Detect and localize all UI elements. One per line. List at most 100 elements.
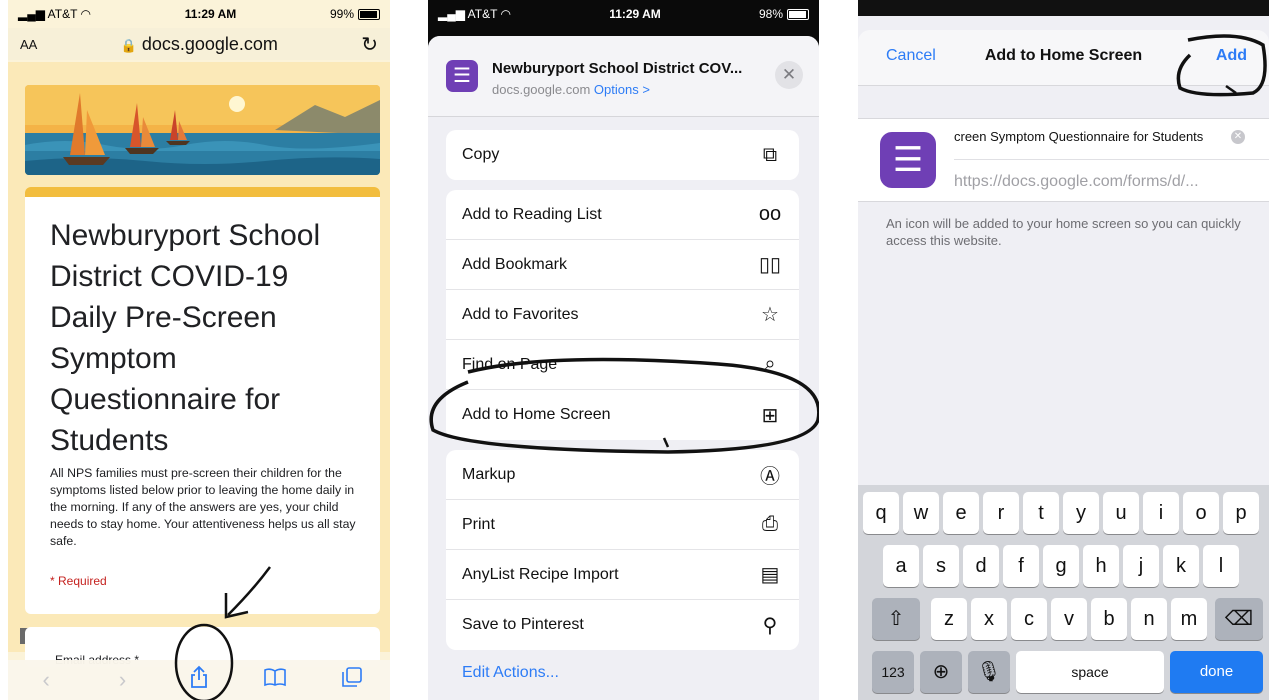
safari-toolbar: ‹ › — [8, 660, 390, 700]
signal-icon: ▂▄▆ — [18, 7, 45, 21]
share-sheet: ☰ Newburyport School District COV... doc… — [428, 36, 819, 700]
key-n[interactable]: n — [1131, 598, 1167, 640]
action-label: Copy — [462, 146, 500, 163]
carrier-label: AT&T — [467, 7, 498, 21]
key-v[interactable]: v — [1051, 598, 1087, 640]
action-anylist[interactable]: AnyList Recipe Import ▤ — [446, 550, 799, 600]
shortcut-url: https://docs.google.com/forms/d/... — [954, 173, 1199, 190]
key-z[interactable]: z — [931, 598, 967, 640]
share-title: Newburyport School District COV... — [492, 60, 743, 77]
space-key[interactable]: space — [1016, 651, 1164, 693]
key-m[interactable]: m — [1171, 598, 1207, 640]
pin-icon: ⚲ — [762, 614, 778, 637]
key-p[interactable]: p — [1223, 492, 1259, 534]
add-home-screen-panel: Cancel Add to Home Screen Add ☰ creen Sy… — [858, 0, 1269, 700]
numbers-key[interactable]: 123 — [872, 651, 914, 693]
carrier-label: AT&T — [47, 7, 78, 21]
action-add-favorites[interactable]: Add to Favorites ☆ — [446, 290, 799, 340]
share-domain: docs.google.com — [492, 82, 591, 97]
microphone-key[interactable]: 🎙 — [968, 651, 1010, 693]
key-d[interactable]: d — [963, 545, 999, 587]
key-u[interactable]: u — [1103, 492, 1139, 534]
share-icon[interactable] — [179, 665, 219, 695]
reload-icon[interactable]: ↻ — [361, 32, 378, 57]
share-sheet-header: ☰ Newburyport School District COV... doc… — [428, 36, 819, 117]
hint-text: An icon will be added to your home scree… — [886, 216, 1241, 248]
key-r[interactable]: r — [983, 492, 1019, 534]
action-markup[interactable]: Markup Ⓐ — [446, 450, 799, 500]
globe-key[interactable]: ⊕ — [920, 651, 962, 693]
action-pinterest[interactable]: Save to Pinterest ⚲ — [446, 600, 799, 650]
address-bar[interactable]: AA 🔒 docs.google.com ↻ — [8, 28, 390, 60]
key-a[interactable]: a — [883, 545, 919, 587]
tabs-glyph — [341, 667, 362, 687]
forward-icon[interactable]: › — [103, 667, 143, 693]
clear-text-icon[interactable]: ✕ — [1231, 130, 1245, 144]
keyboard: qwertyuiop asdfghjkl zxcvbnm ⇧ ⌫ 123 ⊕ 🎙… — [858, 485, 1269, 700]
key-g[interactable]: g — [1043, 545, 1079, 587]
action-add-bookmark[interactable]: Add Bookmark ▯▯ — [446, 240, 799, 290]
close-icon[interactable]: ✕ — [775, 61, 803, 89]
forms-app-icon: ☰ — [446, 60, 478, 92]
forms-app-icon: ☰ — [880, 132, 936, 188]
form-description: All NPS families must pre-screen their c… — [50, 466, 356, 548]
action-add-home-screen[interactable]: Add to Home Screen ⊞ — [446, 390, 799, 440]
divider — [954, 159, 1269, 160]
delete-key[interactable]: ⌫ — [1215, 598, 1263, 640]
url-display[interactable]: 🔒 docs.google.com — [121, 34, 278, 55]
key-y[interactable]: y — [1063, 492, 1099, 534]
action-group-2: Add to Reading List oo Add Bookmark ▯▯ Add… — [446, 190, 799, 440]
add-button[interactable]: Add — [1216, 47, 1247, 65]
key-h[interactable]: h — [1083, 545, 1119, 587]
shortcut-entry: ☰ creen Symptom Questionnaire for Studen… — [858, 118, 1269, 202]
url-text: docs.google.com — [141, 33, 278, 54]
done-key[interactable]: done — [1170, 651, 1263, 693]
shortcut-name-field[interactable]: creen Symptom Questionnaire for Students — [954, 129, 1224, 144]
action-add-reading-list[interactable]: Add to Reading List oo — [446, 190, 799, 240]
action-print[interactable]: Print ⎙ — [446, 500, 799, 550]
options-link[interactable]: Options > — [594, 82, 650, 97]
wifi-icon: ◠ — [80, 7, 92, 21]
reader-button[interactable]: AA — [20, 37, 37, 52]
action-label: Add to Reading List — [462, 205, 602, 223]
key-w[interactable]: w — [903, 492, 939, 534]
key-q[interactable]: q — [863, 492, 899, 534]
battery-percent: 98% — [758, 7, 783, 21]
key-c[interactable]: c — [1011, 598, 1047, 640]
key-e[interactable]: e — [943, 492, 979, 534]
key-f[interactable]: f — [1003, 545, 1039, 587]
form-title-card: Newburyport School District COVID-19 Dai… — [25, 187, 380, 614]
action-find-on-page[interactable]: Find on Page ⌕ — [446, 340, 799, 390]
key-o[interactable]: o — [1183, 492, 1219, 534]
book-glyph — [264, 668, 287, 687]
key-k[interactable]: k — [1163, 545, 1199, 587]
key-b[interactable]: b — [1091, 598, 1127, 640]
action-label: Add Bookmark — [462, 255, 567, 273]
share-glyph — [191, 665, 207, 688]
battery-icon — [358, 9, 380, 21]
print-icon: ⎙ — [762, 513, 778, 535]
battery-percent: 99% — [329, 7, 354, 21]
key-i[interactable]: i — [1143, 492, 1179, 534]
action-group-3: Markup Ⓐ Print ⎙ AnyList Recipe Import ▤ Sa… — [446, 450, 799, 650]
key-l[interactable]: l — [1203, 545, 1239, 587]
share-sheet-panel: ▂▄▆ AT&T ◠ 11:29 AM 98% ☰ Newburyport Sc… — [428, 0, 819, 700]
safari-form-panel: ▂▄▆ AT&T ◠ 11:29 AM 99% AA 🔒 docs.google… — [8, 0, 390, 700]
battery-icon — [787, 9, 809, 21]
bookmarks-icon[interactable] — [255, 667, 295, 693]
edit-actions-link[interactable]: Edit Actions... — [462, 664, 559, 682]
signal-icon: ▂▄▆ — [438, 7, 465, 21]
copy-icon: ⧉ — [762, 143, 778, 166]
key-x[interactable]: x — [971, 598, 1007, 640]
key-j[interactable]: j — [1123, 545, 1159, 587]
clock: 11:29 AM — [184, 7, 237, 21]
share-subtitle: docs.google.com Options > — [492, 82, 650, 97]
markup-icon: Ⓐ — [760, 466, 780, 488]
action-copy[interactable]: Copy ⧉ — [446, 130, 799, 180]
back-icon[interactable]: ‹ — [26, 667, 66, 693]
key-t[interactable]: t — [1023, 492, 1059, 534]
key-s[interactable]: s — [923, 545, 959, 587]
shift-key[interactable]: ⇧ — [872, 598, 920, 640]
tabs-icon[interactable] — [332, 666, 372, 694]
search-icon: ⌕ — [764, 353, 776, 375]
